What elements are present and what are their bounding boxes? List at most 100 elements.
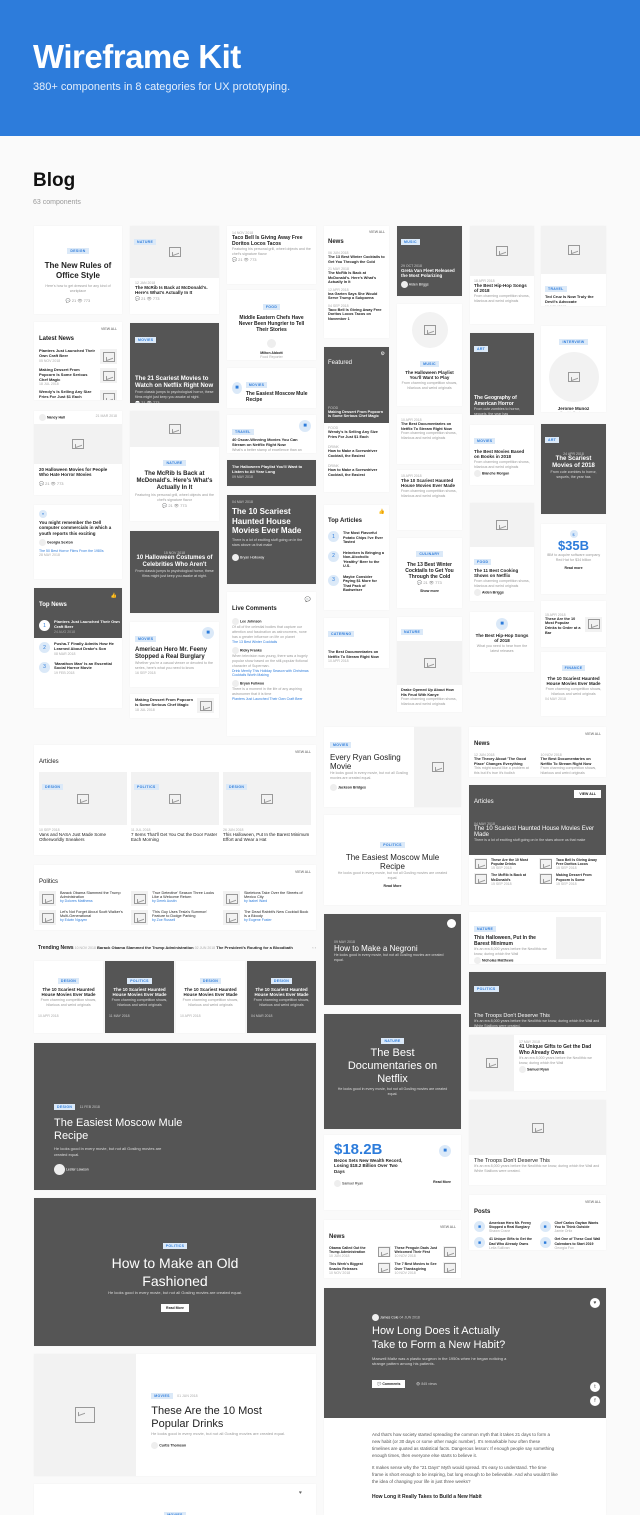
card-scariest-2018[interactable]: ART 24 APR 2018 The Scariest Movies of 2…: [541, 424, 606, 514]
card-partial-bottom[interactable]: MOVIES ♥: [34, 1484, 316, 1515]
politics-item[interactable]: 'This Guy Uses Tesla's Summon' Feature t…: [131, 910, 219, 925]
card-drake[interactable]: NATURE Drake Opened Up About How His Feu…: [397, 617, 462, 712]
card-10-scariest-list[interactable]: 15 APR 2018 The 10 Scariest Haunted Hous…: [397, 470, 462, 530]
article-card[interactable]: POLITICS 11 JUL 2018 7 Items That'll Get Y…: [131, 772, 219, 842]
card-best-documentaries[interactable]: 10 APR 2018 The Best Documentaries on Ne…: [397, 414, 462, 464]
card-taco-bell[interactable]: 14 NOV 2018 Taco Bell Is Giving Away Fre…: [227, 226, 316, 284]
quote-card[interactable]: ❝ You might remember the Dell computer c…: [34, 505, 122, 579]
more-icon[interactable]: [447, 919, 456, 928]
card-halloween-playlist-banner[interactable]: The Halloween Playlist You'll Want to Li…: [227, 460, 316, 486]
post-item[interactable]: ■ Chef Carlos Gaytan Wants You to Think O…: [539, 1221, 602, 1233]
list-item[interactable]: DRINK How to Make a Screwdriver Cocktail,…: [324, 461, 389, 480]
card-hip-hop[interactable]: 18 APR 2018 The Best Hip-Hop Songs of 201…: [470, 226, 534, 324]
news-item[interactable]: The 7 Best Movies to See Over Thanksgivi…: [395, 1262, 456, 1275]
news-item[interactable]: These Penguin Dads Just Welcomed Their F…: [395, 1246, 456, 1258]
featured-item[interactable]: FOOD Making Dessert From Popcorn Is Some …: [328, 406, 385, 419]
trending-card[interactable]: POLITICS The 10 Scariest Haunted House Mo…: [105, 961, 174, 1033]
list-item[interactable]: FOOD Wendy's Is Selling Any Size Fries Fo…: [324, 423, 389, 442]
card-winter-cocktails[interactable]: CULINARY The 13 Best Winter Cocktails to…: [397, 538, 462, 608]
card-geography-horror[interactable]: ART The Geography of American Horror Fro…: [470, 333, 534, 415]
show-more-button[interactable]: Show more: [401, 589, 458, 593]
article-card[interactable]: DESIGN 26 JUN 2018 This Halloween, Put In …: [223, 772, 311, 842]
card-popular-drinks-wide[interactable]: MOVIES 01 JUN 2018 These Are the 10 Most…: [34, 1354, 316, 1476]
politics-item[interactable]: Let's Not Forget About Scott Walker's Mu…: [39, 910, 127, 925]
card-troops-dark[interactable]: POLITICS The Troops Don't Deserve This I…: [469, 972, 606, 1027]
card-mcrib-centered[interactable]: NATURE The McRib Is Back at McDonald's. H…: [130, 411, 219, 521]
article-item[interactable]: Making Dessert From Popcorn Is Some 15 SE…: [539, 873, 601, 886]
news-item[interactable]: This Week's Biggest Snacks Releases 10 NO…: [329, 1262, 391, 1275]
card-cooking-shows[interactable]: FOOD The 11 Best Cooking Shows on Netflix…: [470, 503, 534, 601]
card-oscar-movies[interactable]: TRAVEL ■ 40 Oscar-Winning Movies You Can …: [227, 415, 316, 453]
card-hip-hop-icon[interactable]: ■ The Best Hip-Hop Songs of 2018 What yo…: [470, 612, 534, 672]
money-card-35b[interactable]: $ $35B IBM to acquire software company R…: [541, 524, 606, 594]
view-all-button[interactable]: VIEW ALL: [574, 790, 601, 798]
read-more-button[interactable]: Read More: [161, 1303, 189, 1312]
post-item[interactable]: ■ American Hero Mr. Feeny Stopped a Real …: [474, 1221, 536, 1233]
trending-card[interactable]: DESIGN The 10 Scariest Haunted House Movi…: [247, 961, 316, 1033]
article-card[interactable]: DESIGN 10 SEP 2018 Vans and NASA Just Made…: [39, 772, 127, 842]
card-ted-cruz[interactable]: TRAVEL Ted Cruz Is Now Truly the Devil's …: [541, 226, 606, 306]
card-halloween-playlist[interactable]: MUSIC The Halloween Playlist You'll Want…: [397, 304, 462, 406]
post-item[interactable]: ■ Get One of These Cool Wall Calendars to…: [539, 1237, 602, 1250]
card-mr-feeny[interactable]: MOVIES ■ American Hero Mr. Feeny Stopped …: [130, 622, 219, 687]
share-icon[interactable]: f: [590, 1396, 600, 1406]
article-item[interactable]: 3 Maybe Consider Paying $1 More for That …: [328, 574, 385, 593]
list-item[interactable]: DRINK How to Make a Screwdriver Cocktail,…: [324, 442, 389, 461]
read-more-button[interactable]: Read More: [334, 884, 451, 888]
card-interview[interactable]: INTERVIEW Jerome Munoz Graphic Designer: [541, 326, 606, 412]
news-item[interactable]: 12 APR 2018 Ina Garten Says She Would Ser…: [328, 288, 385, 301]
card-moscow-mule-small[interactable]: ■ MOVIES The Easiest Moscow Mule Recipe: [227, 368, 316, 408]
article-item[interactable]: The McRib Is Back at McDonald's 15 SEP 20…: [474, 873, 536, 886]
hero-card-moscow-mule[interactable]: DESIGN 11 FEB 2018 The Easiest Moscow Mu…: [34, 1043, 316, 1190]
card-title[interactable]: 20 Halloween Movies for People Who Hate …: [34, 464, 122, 481]
top-news-item[interactable]: 2 Pusha-T Finally Admits How He Learned A…: [34, 638, 122, 660]
news-item[interactable]: 10 NOV 2018 The Best Documentaries on Net…: [541, 753, 602, 776]
list-item[interactable]: Planters Just Launched Their Own Craft B…: [39, 348, 117, 364]
card-ryan-gosling[interactable]: MOVIES Every Ryan Gosling Movie He looks g…: [324, 727, 461, 807]
card-negroni[interactable]: 09 MAY 2018 How to Make a Negroni He loo…: [324, 914, 461, 1005]
hero-article-habit[interactable]: James Cole 04 JUN 2018 How Long Does it …: [324, 1288, 606, 1418]
card-popcorn[interactable]: Making Dessert From Popcorn Is Some Seri…: [130, 694, 219, 718]
card-mcrib[interactable]: NATURE 12 JAN 2018 The McRib Is Back at M…: [130, 226, 219, 314]
view-all-link[interactable]: VIEW ALL: [101, 327, 117, 331]
article-item[interactable]: These Are the 10 Most Popular Drinks 15 S…: [474, 858, 536, 870]
card-troops-image[interactable]: The Troops Don't Deserve This It's an era…: [469, 1100, 606, 1185]
politics-item[interactable]: The Dead Rabbit's New Cocktail Book Is a…: [223, 910, 311, 925]
card-best-movies-books[interactable]: MOVIES The Best Movies Based on Books in…: [470, 425, 534, 485]
top-news-item[interactable]: 1 Planters Just Launched Their Own Craft …: [39, 620, 122, 634]
politics-item[interactable]: Skeletons Take Over the Streets of Mexic…: [223, 891, 311, 906]
card-moscow-mule-center[interactable]: POLITICS The Easiest Moscow Mule Recipe …: [324, 815, 461, 905]
politics-item[interactable]: Barack Obama Slammed the Trump Administr…: [39, 891, 127, 906]
news-item[interactable]: 06 JUN 2018 The 13 Best Winter Cocktails …: [328, 251, 385, 264]
carousel-arrows[interactable]: ‹ ›: [312, 945, 316, 950]
news-item[interactable]: Obama Called Out the Trump Administratio…: [329, 1246, 391, 1258]
card-documentaries-small[interactable]: CATERING The Best Documentaries on Netfl…: [324, 618, 389, 668]
card-greta-van-fleet[interactable]: MUSIC 29 OCT 2018 Greta Van Fleet Releas…: [397, 226, 462, 296]
top-news-item[interactable]: 3 'Marathon Man' Is an Essential Social H…: [34, 660, 122, 678]
article-item[interactable]: Taco Bell Is Giving Away Free Doritos Lo…: [539, 858, 601, 870]
money-card-18b[interactable]: ■ $18.2B Bezos Sets New Wealth Record, L…: [324, 1135, 461, 1210]
read-more-button[interactable]: Read More: [433, 1180, 451, 1184]
hero-card-old-fashioned[interactable]: POLITICS How to Make an Old Fashioned He…: [34, 1198, 316, 1346]
category-tag[interactable]: DESIGN: [67, 248, 89, 254]
comments-button[interactable]: 💬 Comments: [372, 1379, 406, 1388]
twitter-icon[interactable]: t: [590, 1382, 600, 1392]
post-item[interactable]: ■ 41 Unique Gifts to Get the Dad Who Alre…: [474, 1237, 536, 1250]
card-halloween-barest[interactable]: NATURE This Halloween, Put In the Barest …: [469, 912, 606, 964]
heart-icon[interactable]: ♥: [590, 1298, 600, 1308]
news-item[interactable]: 21 MAY 2018 The McRib Is Back at McDonald…: [328, 267, 385, 285]
news-item[interactable]: 12 JUN 2018 The Theory About 'The Good Pl…: [474, 753, 535, 776]
card-best-documentaries-dark[interactable]: NATURE The Best Documentaries on Netflix…: [324, 1014, 461, 1129]
trending-card[interactable]: DESIGN The 10 Scariest Haunted House Movi…: [34, 961, 103, 1033]
politics-item[interactable]: 'True Detective' Season Three Looks Like…: [131, 891, 219, 906]
news-item[interactable]: 04 SEP 2018 Taco Bell Is Giving Away Free…: [328, 304, 385, 322]
list-item[interactable]: Wendy's Is Selling Any Size Fries For Ju…: [39, 390, 117, 400]
card-title[interactable]: The New Rules of Office Style: [40, 261, 116, 280]
card-halloween-costumes[interactable]: 15 NOV 2018 10 Halloween Costumes of Cel…: [130, 531, 219, 613]
read-more-button[interactable]: Read more: [545, 566, 602, 570]
card-halloween-movies[interactable]: Nancy Hall 21 MAR 2018 20 Halloween Movie…: [34, 411, 122, 495]
card-21-scariest[interactable]: MOVIES The 21 Scariest Movies to Watch o…: [130, 323, 219, 403]
card-middle-eastern-chefs[interactable]: FOOD Middle Eastern Chefs Have Never Bee…: [227, 290, 316, 360]
card-office-style[interactable]: DESIGN The New Rules of Office Style Her…: [34, 226, 122, 314]
card-10-scariest-dark[interactable]: 04 MAY 2018 The 10 Scariest Haunted Hous…: [227, 495, 316, 584]
